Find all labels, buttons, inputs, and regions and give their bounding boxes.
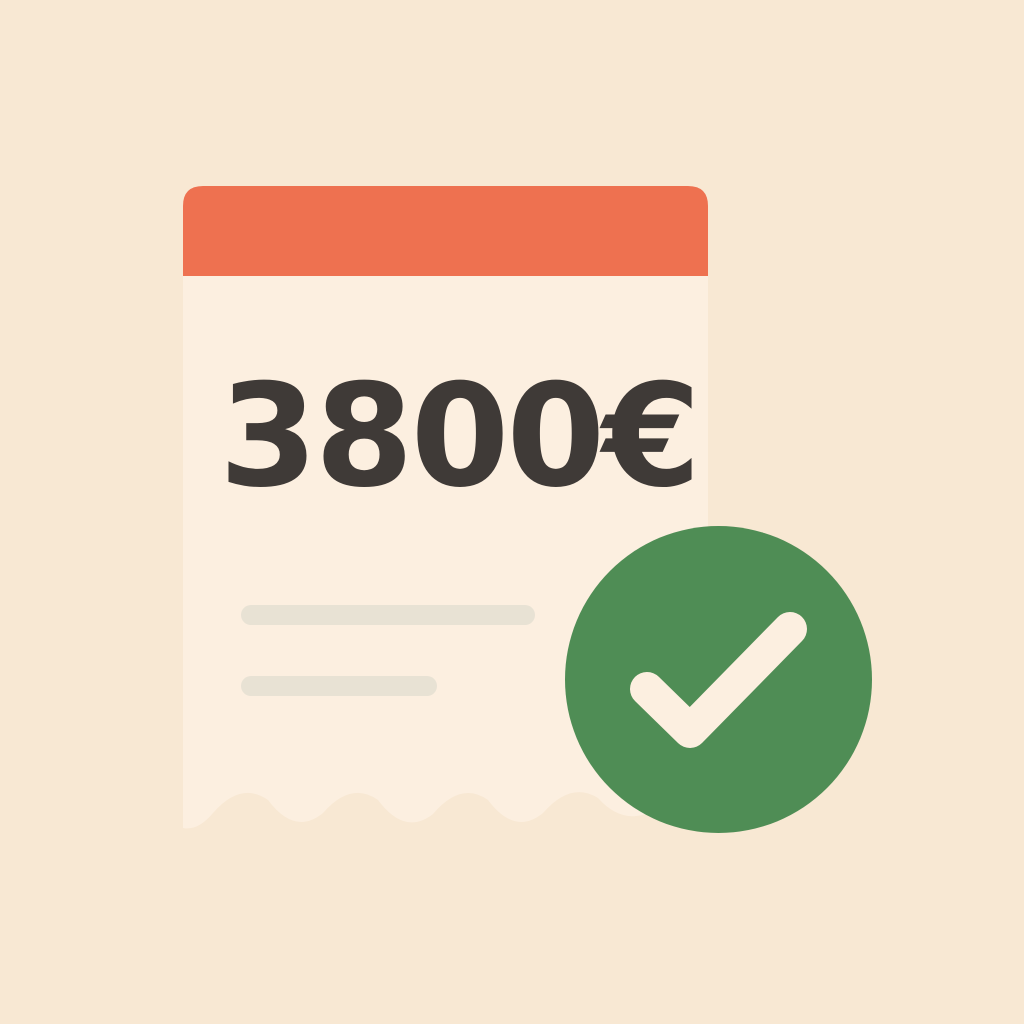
amount-text: 3800€ — [219, 354, 701, 519]
check-badge — [565, 526, 872, 833]
placeholder-line — [241, 676, 437, 696]
payment-confirmed-illustration: 3800€ — [0, 0, 1024, 1024]
placeholder-line — [241, 605, 535, 625]
checkmark-icon — [565, 526, 872, 833]
receipt-header-band — [183, 186, 708, 276]
